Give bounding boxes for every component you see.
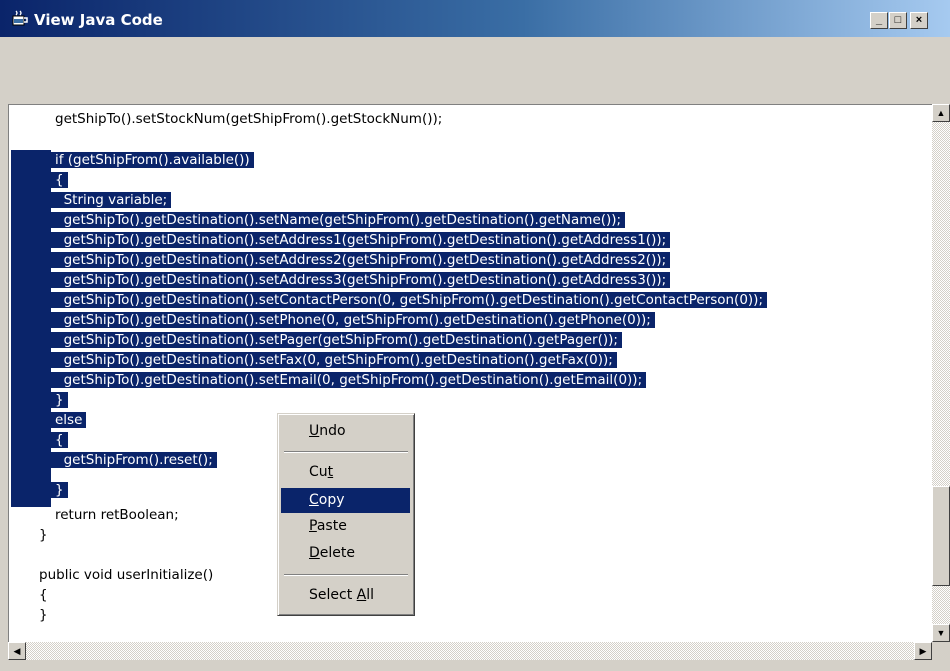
vertical-scrollbar[interactable]: ▲ ▼ [932,104,950,642]
menu-label: elete [319,545,355,561]
accel-key: P [309,518,317,534]
context-menu: Undo Cut Copy Paste Delete Select All [277,413,415,616]
accel-key: A [356,587,367,603]
accel-key: C [309,492,319,508]
code-line: else [51,410,87,430]
code-line: { [51,170,68,190]
scroll-up-icon[interactable]: ▲ [932,104,950,122]
maximize-button[interactable]: □ [889,12,907,29]
menu-item-delete[interactable]: Delete [281,541,410,566]
code-line: getShipTo().getDestination().setFax(0, g… [51,350,617,370]
maximize-icon: □ [894,14,902,26]
menu-label: Select [309,587,357,603]
code-line: getShipTo().getDestination().setAddress3… [51,270,671,290]
close-button[interactable]: × [910,12,928,29]
code-line: { [51,430,68,450]
scroll-down-icon[interactable]: ▼ [932,624,950,642]
horizontal-scrollbar[interactable]: ◀ ▶ [8,642,932,660]
java-cup-icon [12,10,28,26]
accel-key: t [327,464,334,480]
menu-item-select-all[interactable]: Select All [281,583,410,608]
menu-label: Cu [309,464,328,480]
menu-item-undo[interactable]: Undo [281,419,410,444]
menu-item-copy[interactable]: Copy [281,488,410,513]
menu-label: aste [316,518,347,534]
window-title: View Java Code [34,11,163,29]
title-bar[interactable]: View Java Code _ □ × [0,0,950,37]
code-line: { [39,587,48,603]
menu-label: ll [366,587,374,603]
scroll-left-icon[interactable]: ◀ [8,642,26,660]
code-line: getShipTo().getDestination().setPager(ge… [51,330,622,350]
accel-key: U [309,423,320,439]
code-line: String variable; [51,190,172,210]
code-line: getShipTo().getDestination().setContactP… [51,290,767,310]
menu-item-cut[interactable]: Cut [281,460,410,485]
accel-key: D [309,545,320,561]
code-editor[interactable]: getShipTo().setStockNum(getShipFrom().ge… [8,104,933,643]
toolbar-area [0,37,950,103]
scroll-thumb[interactable] [932,486,950,586]
minimize-button[interactable]: _ [870,12,888,29]
code-line: getShipFrom().reset(); [51,450,217,470]
code-line: } [39,607,48,623]
scroll-right-icon[interactable]: ▶ [914,642,932,660]
code-line: } [51,480,68,500]
menu-item-paste[interactable]: Paste [281,514,410,539]
code-line: getShipTo().getDestination().setAddress2… [51,250,671,270]
code-line: public void userInitialize() [39,567,214,583]
scrollbar-corner [932,642,950,660]
menu-separator [284,451,408,453]
code-line: if (getShipFrom().available()) [51,150,254,170]
close-icon: × [915,14,923,26]
code-line: getShipTo().getDestination().setName(get… [51,210,626,230]
code-line: } [51,390,68,410]
code-line: } [39,527,48,543]
code-line: getShipTo().setStockNum(getShipFrom().ge… [55,111,443,127]
menu-label: ndo [319,423,346,439]
code-line: getShipTo().getDestination().setEmail(0,… [51,370,647,390]
menu-separator [284,574,408,576]
selection-highlight [11,150,51,507]
minimize-icon: _ [875,14,883,26]
code-line: return retBoolean; [55,507,179,523]
code-line: getShipTo().getDestination().setPhone(0,… [51,310,655,330]
code-line: getShipTo().getDestination().setAddress1… [51,230,671,250]
menu-label: opy [318,492,345,508]
